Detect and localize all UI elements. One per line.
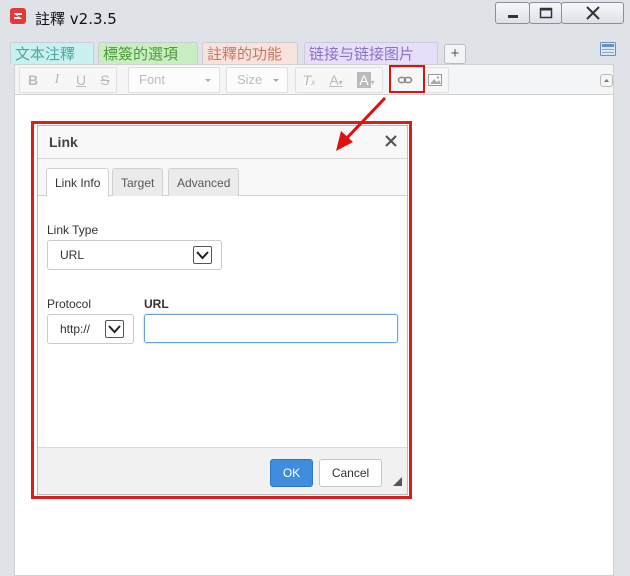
protocol-value: http:// xyxy=(60,322,91,336)
tab-link-info[interactable]: Link Info xyxy=(46,168,110,197)
tab-label: Advanced xyxy=(177,176,231,190)
size-select[interactable]: Size xyxy=(226,67,288,93)
font-select[interactable]: Font xyxy=(128,67,220,93)
title-bar: 註釋 v2.3.5 xyxy=(0,0,630,33)
background-color-icon[interactable]: A ▾ xyxy=(352,70,380,90)
remove-format-icon[interactable]: Tx xyxy=(298,70,320,90)
dialog-title-bar[interactable]: Link xyxy=(38,126,407,159)
tag-tab-label: 標簽的選項 xyxy=(103,45,179,63)
tag-tab-2[interactable]: 標簽的選項 xyxy=(98,42,198,64)
font-select-label: Font xyxy=(139,72,166,87)
tab-label: Link Info xyxy=(55,176,101,190)
protocol-select[interactable]: http:// xyxy=(47,314,134,344)
tag-tab-4[interactable]: 链接与链接图片 xyxy=(304,42,438,64)
add-tag-button[interactable]: + xyxy=(444,44,466,64)
chevron-down-icon xyxy=(273,79,279,82)
maximize-button[interactable] xyxy=(529,2,562,24)
link-type-value: URL xyxy=(60,248,85,262)
dialog-tabs: Link Info Target Advanced xyxy=(38,159,407,197)
resize-grip-icon[interactable] xyxy=(393,477,402,486)
layout-toggle-icon[interactable] xyxy=(600,42,616,56)
size-select-label: Size xyxy=(237,72,263,87)
link-button-highlight xyxy=(389,65,425,93)
collapse-toolbar-button[interactable] xyxy=(600,74,613,87)
image-icon[interactable] xyxy=(424,70,446,90)
chevron-down-icon xyxy=(205,79,211,82)
italic-icon[interactable]: I xyxy=(46,70,68,90)
text-color-icon[interactable]: A▾ xyxy=(322,70,350,90)
editor-toolbar: B I U S Font Size Tx A▾ A ▾ xyxy=(14,64,614,94)
text-style-group: B I U S xyxy=(19,67,117,93)
link-dialog: Link Link Info Target Advanced Link Type… xyxy=(37,125,408,495)
chevron-down-icon xyxy=(105,320,124,338)
tag-tab-1[interactable]: 文本注釋 xyxy=(10,42,94,64)
tab-label: Target xyxy=(121,176,155,190)
close-icon[interactable] xyxy=(384,134,398,148)
url-input[interactable] xyxy=(144,314,398,343)
tab-advanced[interactable]: Advanced xyxy=(168,168,240,196)
maximize-icon xyxy=(539,7,552,19)
link-type-select[interactable]: URL xyxy=(47,240,222,270)
tag-tab-label: 註釋的功能 xyxy=(207,45,283,63)
close-window-button[interactable] xyxy=(561,2,624,24)
tab-target[interactable]: Target xyxy=(112,168,164,196)
chevron-up-icon xyxy=(604,79,609,82)
app-logo-icon xyxy=(10,8,26,24)
dialog-footer: OK Cancel xyxy=(38,447,407,494)
minimize-button[interactable] xyxy=(495,2,530,24)
tag-tab-label: 文本注釋 xyxy=(15,45,76,63)
window-title: 註釋 v2.3.5 xyxy=(35,10,117,28)
underline-icon[interactable]: U xyxy=(70,70,92,90)
format-group: Tx A▾ A ▾ xyxy=(295,67,383,93)
link-type-label: Link Type xyxy=(47,223,99,237)
ok-button[interactable]: OK xyxy=(270,459,313,487)
cancel-button[interactable]: Cancel xyxy=(319,459,382,487)
protocol-label: Protocol xyxy=(47,297,92,311)
strikethrough-icon[interactable]: S xyxy=(94,70,116,90)
tag-tab-3[interactable]: 註釋的功能 xyxy=(202,42,298,64)
bold-icon[interactable]: B xyxy=(22,70,44,90)
dialog-title: Link xyxy=(49,134,78,150)
tag-tab-label: 链接与链接图片 xyxy=(309,45,415,63)
chevron-down-icon xyxy=(193,246,212,264)
close-icon xyxy=(585,6,600,20)
url-label: URL xyxy=(144,297,169,311)
minimize-icon xyxy=(507,15,518,18)
